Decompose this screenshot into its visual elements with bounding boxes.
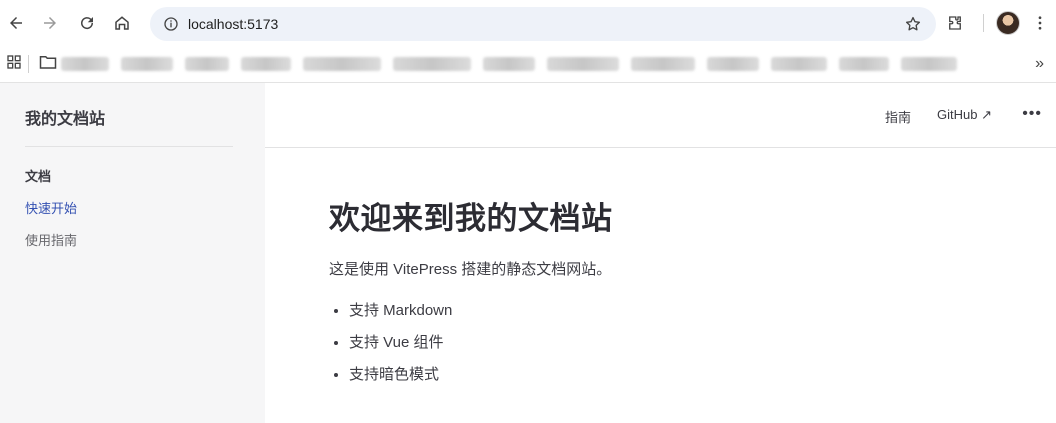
forward-button[interactable]	[34, 7, 66, 39]
home-button[interactable]	[106, 7, 138, 39]
browser-menu-button[interactable]	[1024, 7, 1056, 39]
bookmarks-divider	[28, 55, 29, 73]
home-icon	[115, 16, 129, 30]
sidebar-group-title: 文档	[25, 169, 52, 184]
bookmark-item[interactable]	[393, 57, 471, 71]
url-text[interactable]: localhost:5173	[188, 16, 278, 32]
sidebar: 我的文档站 文档 快速开始 使用指南	[0, 83, 265, 423]
bookmark-item[interactable]	[121, 57, 173, 71]
bookmark-item[interactable]	[61, 57, 109, 71]
nav-link-github[interactable]: GitHub ↗	[937, 107, 992, 123]
toolbar-divider	[983, 14, 984, 32]
arrow-right-icon	[44, 17, 56, 29]
site-title[interactable]: 我的文档站	[25, 105, 105, 129]
bookmark-item[interactable]	[185, 57, 229, 71]
bookmarks-bar: »	[0, 46, 1056, 82]
kebab-menu-icon	[1038, 16, 1042, 30]
bookmark-item[interactable]	[547, 57, 619, 71]
puzzle-icon	[949, 16, 961, 30]
star-icon[interactable]	[904, 15, 922, 38]
bookmark-item[interactable]	[901, 57, 957, 71]
bookmark-item[interactable]	[241, 57, 291, 71]
sidebar-divider	[25, 146, 233, 147]
bookmark-item[interactable]	[839, 57, 889, 71]
bookmark-item[interactable]	[707, 57, 759, 71]
apps-grid-icon[interactable]	[6, 54, 22, 75]
main-content: 欢迎来到我的文档站 这是使用 VitePress 搭建的静态文档网站。 支持 M…	[329, 193, 1009, 391]
list-item: 支持 Markdown	[349, 295, 1009, 327]
feature-list: 支持 Markdown 支持 Vue 组件 支持暗色模式	[329, 295, 1009, 391]
bookmark-item[interactable]	[303, 57, 381, 71]
profile-button[interactable]	[992, 7, 1024, 39]
reload-button[interactable]	[71, 7, 103, 39]
browser-toolbar: localhost:5173	[0, 0, 1056, 46]
list-item: 支持暗色模式	[349, 359, 1009, 391]
chevron-double-right-icon[interactable]: »	[1035, 55, 1044, 73]
bookmark-item[interactable]	[631, 57, 695, 71]
page-title: 欢迎来到我的文档站	[329, 201, 613, 236]
sidebar-item-quick-start[interactable]: 快速开始	[25, 198, 77, 217]
bookmark-item[interactable]	[483, 57, 535, 71]
list-item: 支持 Vue 组件	[349, 327, 1009, 359]
top-nav: 指南 GitHub ↗ •••	[265, 83, 1056, 148]
folder-icon[interactable]	[39, 54, 57, 75]
arrow-left-icon	[10, 17, 22, 29]
reload-icon	[81, 17, 94, 30]
page: 我的文档站 文档 快速开始 使用指南 指南 GitHub ↗ ••• 欢迎来到我…	[0, 83, 1056, 423]
sidebar-item-guide[interactable]: 使用指南	[25, 230, 77, 249]
nav-link-guide[interactable]: 指南	[885, 107, 911, 126]
address-bar[interactable]: localhost:5173	[150, 7, 936, 41]
browser-right-tools	[939, 7, 1056, 39]
info-icon[interactable]	[154, 16, 188, 32]
intro-paragraph: 这是使用 VitePress 搭建的静态文档网站。	[329, 261, 612, 278]
more-icon[interactable]: •••	[1022, 105, 1042, 123]
avatar	[996, 11, 1020, 35]
bookmark-item[interactable]	[771, 57, 827, 71]
browser-chrome: localhost:5173 »	[0, 0, 1056, 83]
extensions-button[interactable]	[939, 7, 971, 39]
back-button[interactable]	[0, 7, 32, 39]
